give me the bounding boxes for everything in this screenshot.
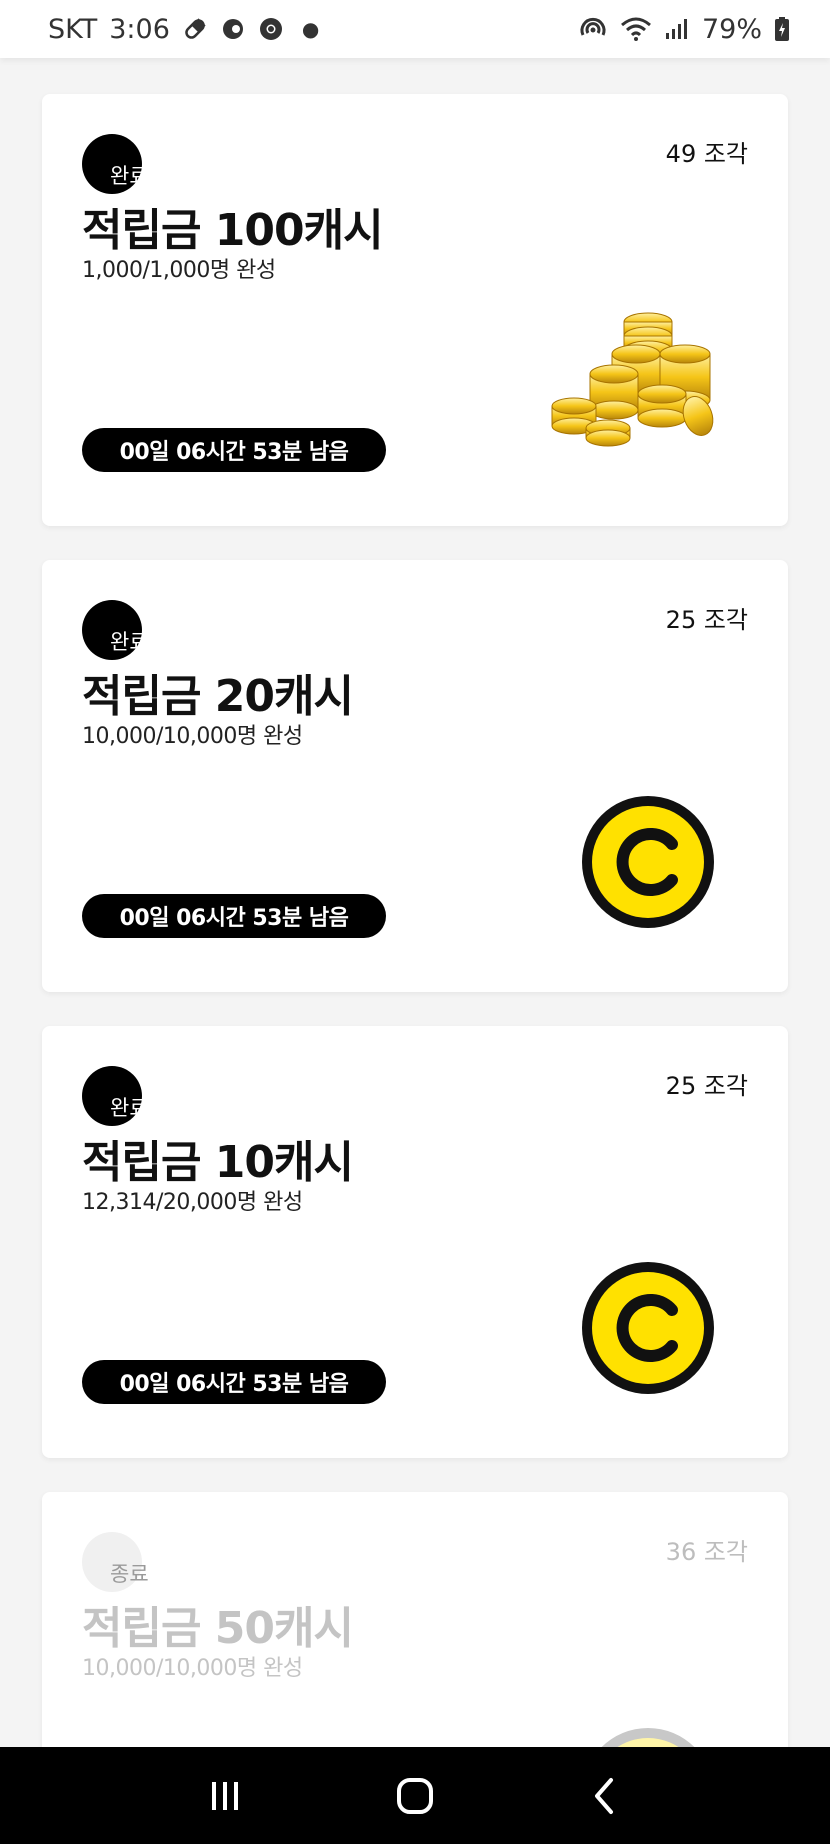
c-app-icon [220,16,246,42]
reward-list[interactable]: 49 조각 완료 적립금 100캐시 1,000/1,000명 완성 00일 0… [0,58,830,1747]
navigation-bar [0,1747,830,1844]
reward-card[interactable]: 49 조각 완료 적립금 100캐시 1,000/1,000명 완성 00일 0… [42,94,788,526]
participation-progress: 12,314/20,000명 완성 [82,1190,303,1215]
reward-card[interactable]: 25 조각 완료 적립금 20캐시 10,000/10,000명 완성 00일 … [42,560,788,992]
wifi-icon [620,16,652,42]
battery-percent: 79% [701,13,762,45]
signal-icon [664,17,690,41]
pieces-count: 25 조각 [665,1072,748,1100]
cash-coin-icon [548,760,748,940]
status-right: 79% [578,14,790,45]
hotspot-icon [578,15,608,43]
status-badge-label: 완료 [110,1096,149,1120]
reward-title: 적립금 10캐시 [82,1137,354,1188]
participation-progress: 10,000/10,000명 완성 [82,1656,303,1681]
gold-coins-image [548,294,748,474]
status-left: SKT 3:06 ● [48,14,319,45]
reward-title: 적립금 50캐시 [82,1603,354,1654]
battery-icon [774,16,790,42]
recent-apps-icon[interactable] [195,1766,255,1826]
carrier-label: SKT [48,13,98,45]
time-remaining-pill: 00일 06시간 53분 남음 [82,894,386,938]
home-icon[interactable] [385,1766,445,1826]
reward-card[interactable]: 25 조각 완료 적립금 10캐시 12,314/20,000명 완성 00일 … [42,1026,788,1458]
participation-progress: 10,000/10,000명 완성 [82,724,303,749]
status-badge-label: 완료 [110,164,149,188]
dot-icon: ● [301,17,320,41]
pill-icon [182,16,208,42]
pieces-count: 25 조각 [665,606,748,634]
pieces-count: 49 조각 [665,140,748,168]
status-badge-label: 완료 [110,630,149,654]
status-badge-label: 종료 [110,1562,149,1586]
reward-card[interactable]: 36 조각 종료 적립금 50캐시 10,000/10,000명 완성 [42,1492,788,1747]
pieces-count: 36 조각 [665,1538,748,1566]
participation-progress: 1,000/1,000명 완성 [82,258,276,283]
back-icon[interactable] [575,1766,635,1826]
time-remaining-pill: 00일 06시간 53분 남음 [82,428,386,472]
reward-title: 적립금 20캐시 [82,671,354,722]
cash-coin-icon [548,1692,748,1747]
time-remaining-pill: 00일 06시간 53분 남음 [82,1360,386,1404]
reward-title: 적립금 100캐시 [82,205,384,256]
cash-coin-icon [548,1226,748,1406]
status-bar: SKT 3:06 ● 79% [0,0,830,58]
chrome-icon [258,16,284,42]
time-label: 3:06 [109,13,170,45]
